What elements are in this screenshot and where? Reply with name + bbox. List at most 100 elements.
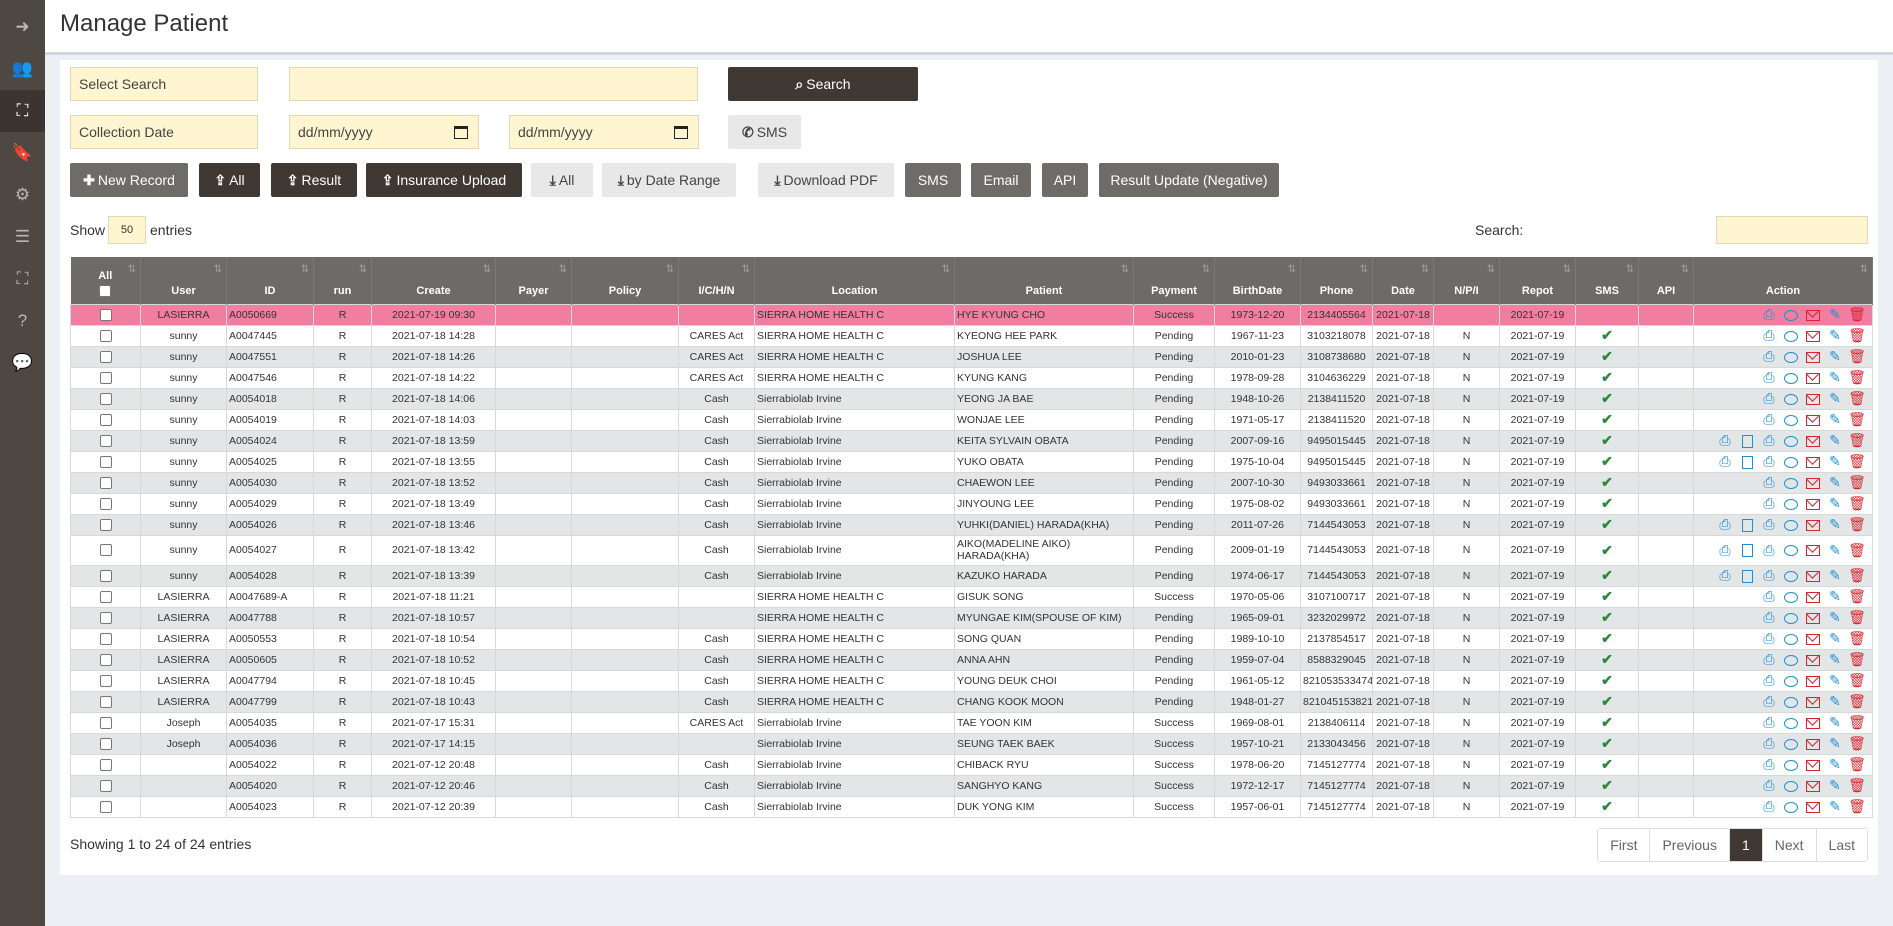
pager-previous[interactable]: Previous — [1650, 829, 1730, 861]
bookmark-icon[interactable]: 🔖 — [0, 132, 45, 174]
date-to-input[interactable]: dd/mm/yyyy — [509, 115, 699, 149]
sort-icon[interactable]: ⇅ — [301, 264, 309, 275]
column-header-all[interactable]: All ⇅ — [70, 257, 141, 304]
calendar-icon[interactable] — [454, 125, 468, 139]
column-header-api[interactable]: API ⇅ — [1638, 257, 1694, 304]
print-icon[interactable]: ⎙ — [1758, 306, 1780, 323]
new-record-button[interactable]: ✚ New Record — [70, 163, 188, 197]
trash-icon[interactable]: 🗑 — [1846, 756, 1868, 773]
envelope-icon[interactable] — [1802, 495, 1824, 511]
envelope-icon[interactable] — [1802, 693, 1824, 709]
comment-icon[interactable] — [1780, 474, 1802, 490]
envelope-icon[interactable] — [1802, 411, 1824, 427]
print-icon[interactable]: ⎙ — [1714, 432, 1736, 449]
row-checkbox[interactable] — [99, 308, 112, 321]
column-header-date[interactable]: Date ⇅ — [1372, 257, 1434, 304]
trash-icon[interactable]: 🗑 — [1846, 495, 1868, 512]
comment-icon[interactable] — [1780, 453, 1802, 469]
print-icon[interactable]: ⎙ — [1758, 327, 1780, 344]
print-icon[interactable]: ⎙ — [1758, 453, 1780, 470]
sort-icon[interactable]: ⇅ — [559, 264, 567, 275]
column-header-n-p-i[interactable]: N/P/I ⇅ — [1433, 257, 1500, 304]
edit-icon[interactable]: ✎ — [1824, 756, 1846, 773]
edit-icon[interactable]: ✎ — [1824, 453, 1846, 470]
trash-icon[interactable]: 🗑 — [1846, 306, 1868, 323]
pdf-icon[interactable] — [1736, 567, 1758, 583]
row-checkbox[interactable] — [99, 674, 112, 687]
search-button[interactable]: ⌕ Search — [728, 67, 918, 101]
row-checkbox[interactable] — [99, 329, 112, 342]
trash-icon[interactable]: 🗑 — [1846, 453, 1868, 470]
edit-icon[interactable]: ✎ — [1824, 516, 1846, 533]
column-header-patient[interactable]: Patient ⇅ — [954, 257, 1134, 304]
print-icon[interactable]: ⎙ — [1758, 798, 1780, 815]
comment-icon[interactable] — [1780, 348, 1802, 364]
row-checkbox[interactable] — [99, 653, 112, 666]
row-checkbox[interactable] — [99, 497, 112, 510]
trash-icon[interactable]: 🗑 — [1846, 390, 1868, 407]
envelope-icon[interactable] — [1802, 609, 1824, 625]
envelope-icon[interactable] — [1802, 567, 1824, 583]
envelope-icon[interactable] — [1802, 516, 1824, 532]
envelope-icon[interactable] — [1802, 714, 1824, 730]
column-header-birthdate[interactable]: BirthDate ⇅ — [1214, 257, 1301, 304]
row-checkbox[interactable] — [99, 413, 112, 426]
row-checkbox[interactable] — [99, 695, 112, 708]
comment-icon[interactable] — [1780, 567, 1802, 583]
row-checkbox[interactable] — [99, 350, 112, 363]
print-icon[interactable]: ⎙ — [1758, 693, 1780, 710]
envelope-icon[interactable] — [1802, 672, 1824, 688]
download-all-button[interactable]: ⤓ All — [531, 163, 593, 197]
list-icon[interactable]: ☰ — [0, 216, 45, 258]
users-icon[interactable]: 👥 — [0, 48, 45, 90]
column-header-create[interactable]: Create ⇅ — [371, 257, 496, 304]
row-checkbox[interactable] — [99, 476, 112, 489]
sort-icon[interactable]: ⇅ — [1487, 264, 1495, 275]
table-search-input[interactable] — [1716, 216, 1868, 244]
pager-first[interactable]: First — [1598, 829, 1651, 861]
column-header-action[interactable]: Action ⇅ — [1693, 257, 1873, 304]
envelope-icon[interactable] — [1802, 432, 1824, 448]
print-icon[interactable]: ⎙ — [1714, 453, 1736, 470]
row-checkbox[interactable] — [99, 518, 112, 531]
comment-icon[interactable] — [1780, 756, 1802, 772]
column-header-run[interactable]: run ⇅ — [313, 257, 372, 304]
sort-icon[interactable]: ⇅ — [359, 264, 367, 275]
column-header-id[interactable]: ID ⇅ — [226, 257, 314, 304]
trash-icon[interactable]: 🗑 — [1846, 411, 1868, 428]
edit-icon[interactable]: ✎ — [1824, 411, 1846, 428]
row-checkbox[interactable] — [99, 371, 112, 384]
comment-icon[interactable] — [1780, 798, 1802, 814]
comment-icon[interactable] — [1780, 651, 1802, 667]
column-header-user[interactable]: User ⇅ — [140, 257, 227, 304]
pdf-icon[interactable] — [1736, 453, 1758, 469]
print-icon[interactable]: ⎙ — [1714, 542, 1736, 559]
comment-icon[interactable] — [1780, 609, 1802, 625]
row-checkbox[interactable] — [99, 455, 112, 468]
row-checkbox[interactable] — [99, 800, 112, 813]
print-icon[interactable]: ⎙ — [1758, 777, 1780, 794]
trash-icon[interactable]: 🗑 — [1846, 432, 1868, 449]
sort-icon[interactable]: ⇅ — [1288, 264, 1296, 275]
print-icon[interactable]: ⎙ — [1758, 672, 1780, 689]
trash-icon[interactable]: 🗑 — [1846, 327, 1868, 344]
edit-icon[interactable]: ✎ — [1824, 798, 1846, 815]
comment-icon[interactable] — [1780, 542, 1802, 558]
edit-icon[interactable]: ✎ — [1824, 588, 1846, 605]
envelope-icon[interactable] — [1802, 306, 1824, 322]
comment-icon[interactable] — [1780, 672, 1802, 688]
print-icon[interactable]: ⎙ — [1758, 348, 1780, 365]
print-icon[interactable]: ⎙ — [1758, 651, 1780, 668]
sort-icon[interactable]: ⇅ — [1626, 264, 1634, 275]
edit-icon[interactable]: ✎ — [1824, 348, 1846, 365]
edit-icon[interactable]: ✎ — [1824, 651, 1846, 668]
calendar-icon[interactable] — [674, 125, 688, 139]
print-icon[interactable]: ⎙ — [1758, 630, 1780, 647]
trash-icon[interactable]: 🗑 — [1846, 474, 1868, 491]
trash-icon[interactable]: 🗑 — [1846, 542, 1868, 559]
sort-icon[interactable]: ⇅ — [1421, 264, 1429, 275]
comment-icon[interactable] — [1780, 588, 1802, 604]
comment-icon[interactable] — [1780, 327, 1802, 343]
sort-icon[interactable]: ⇅ — [742, 264, 750, 275]
trash-icon[interactable]: 🗑 — [1846, 735, 1868, 752]
